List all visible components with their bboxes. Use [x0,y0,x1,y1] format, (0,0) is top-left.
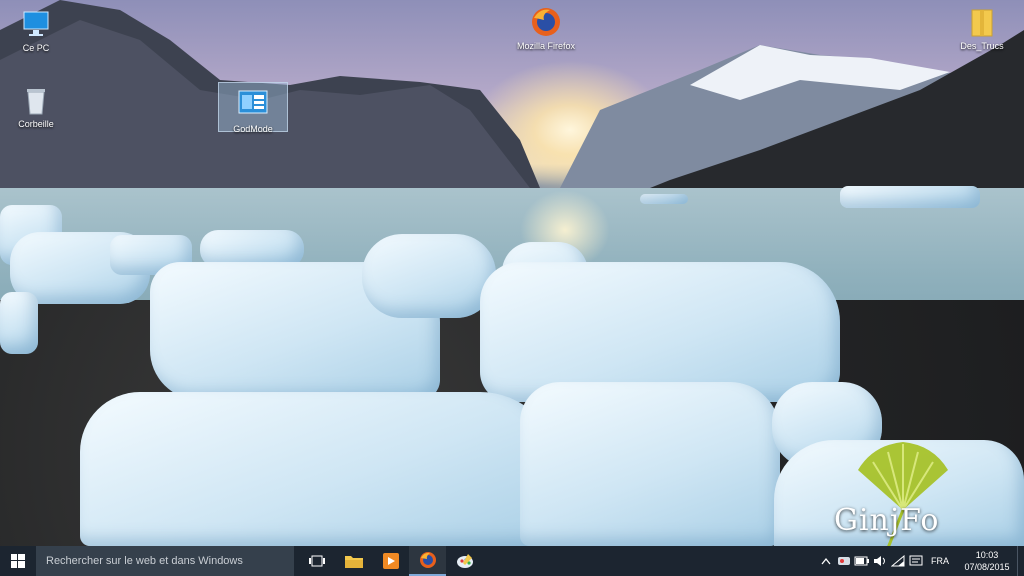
ice-block [520,382,780,546]
firefox-taskbar-button[interactable] [409,546,446,576]
desktop-icon-label: Corbeille [18,119,54,129]
clock[interactable]: 10:03 07/08/2015 [957,549,1017,573]
firefox-icon [530,6,562,38]
show-desktop-button[interactable] [1017,546,1024,576]
wifi-icon [891,555,905,567]
battery-icon [854,556,869,566]
task-view-button[interactable] [298,546,335,576]
ice-floe [840,186,980,208]
ice-floe [640,194,688,204]
computer-icon [20,8,52,40]
clock-date: 07/08/2015 [964,562,1010,572]
search-placeholder: Rechercher sur le web et dans Windows [46,555,243,567]
ice-block [362,234,496,318]
notification-icon [909,555,923,566]
paint-icon [456,554,473,568]
windows-logo-icon [11,554,25,568]
ice-block [0,292,38,354]
show-hidden-icons-button[interactable] [817,546,835,576]
firefox-icon [419,552,436,568]
volume-icon [874,556,885,566]
file-explorer-button[interactable] [335,546,372,576]
desktop-icon-label: Ce PC [22,43,50,53]
desktop-icon-godmode[interactable]: GodMode [218,82,288,134]
network-button[interactable] [889,546,907,576]
desktop-icon-ce-pc[interactable]: Ce PC [4,8,68,53]
input-language[interactable]: FRA [931,556,949,566]
paint-button[interactable] [446,546,483,576]
task-view-icon [308,555,325,567]
desktop-icon-des-trucs[interactable]: Des_Trucs [950,6,1014,51]
ginjfo-watermark: GinjFo [834,503,940,538]
control-panel-icon [237,89,269,121]
media-player-button[interactable] [372,546,409,576]
clock-time: 10:03 [975,550,999,560]
folder-icon [344,556,363,568]
tray-app-button[interactable] [835,546,853,576]
desktop-icon-label: Des_Trucs [960,41,1004,51]
media-player-icon [382,553,399,569]
battery-button[interactable] [853,546,871,576]
volume-button[interactable] [871,546,889,576]
action-center-button[interactable] [907,546,925,576]
recycle-bin-icon [20,84,52,116]
desktop-icon-label: GodMode [233,124,273,134]
taskbar: Rechercher sur le web et dans Windows FR… [0,546,1024,576]
tray-app-icon [838,557,850,565]
desktop-wallpaper: Ce PC Corbeille GodMode Mozilla Firefox … [0,0,1024,546]
desktop-icon-label: Mozilla Firefox [516,41,575,51]
search-box[interactable]: Rechercher sur le web et dans Windows [36,546,294,576]
desktop-icon-corbeille[interactable]: Corbeille [4,84,68,129]
chevron-up-icon [821,557,831,565]
start-button[interactable] [0,546,36,576]
ice-block [80,392,560,546]
system-tray: FRA 10:03 07/08/2015 [817,546,1024,576]
folder-icon [966,6,998,38]
desktop-icon-mozilla-firefox[interactable]: Mozilla Firefox [512,6,580,51]
ice-block [480,262,840,402]
